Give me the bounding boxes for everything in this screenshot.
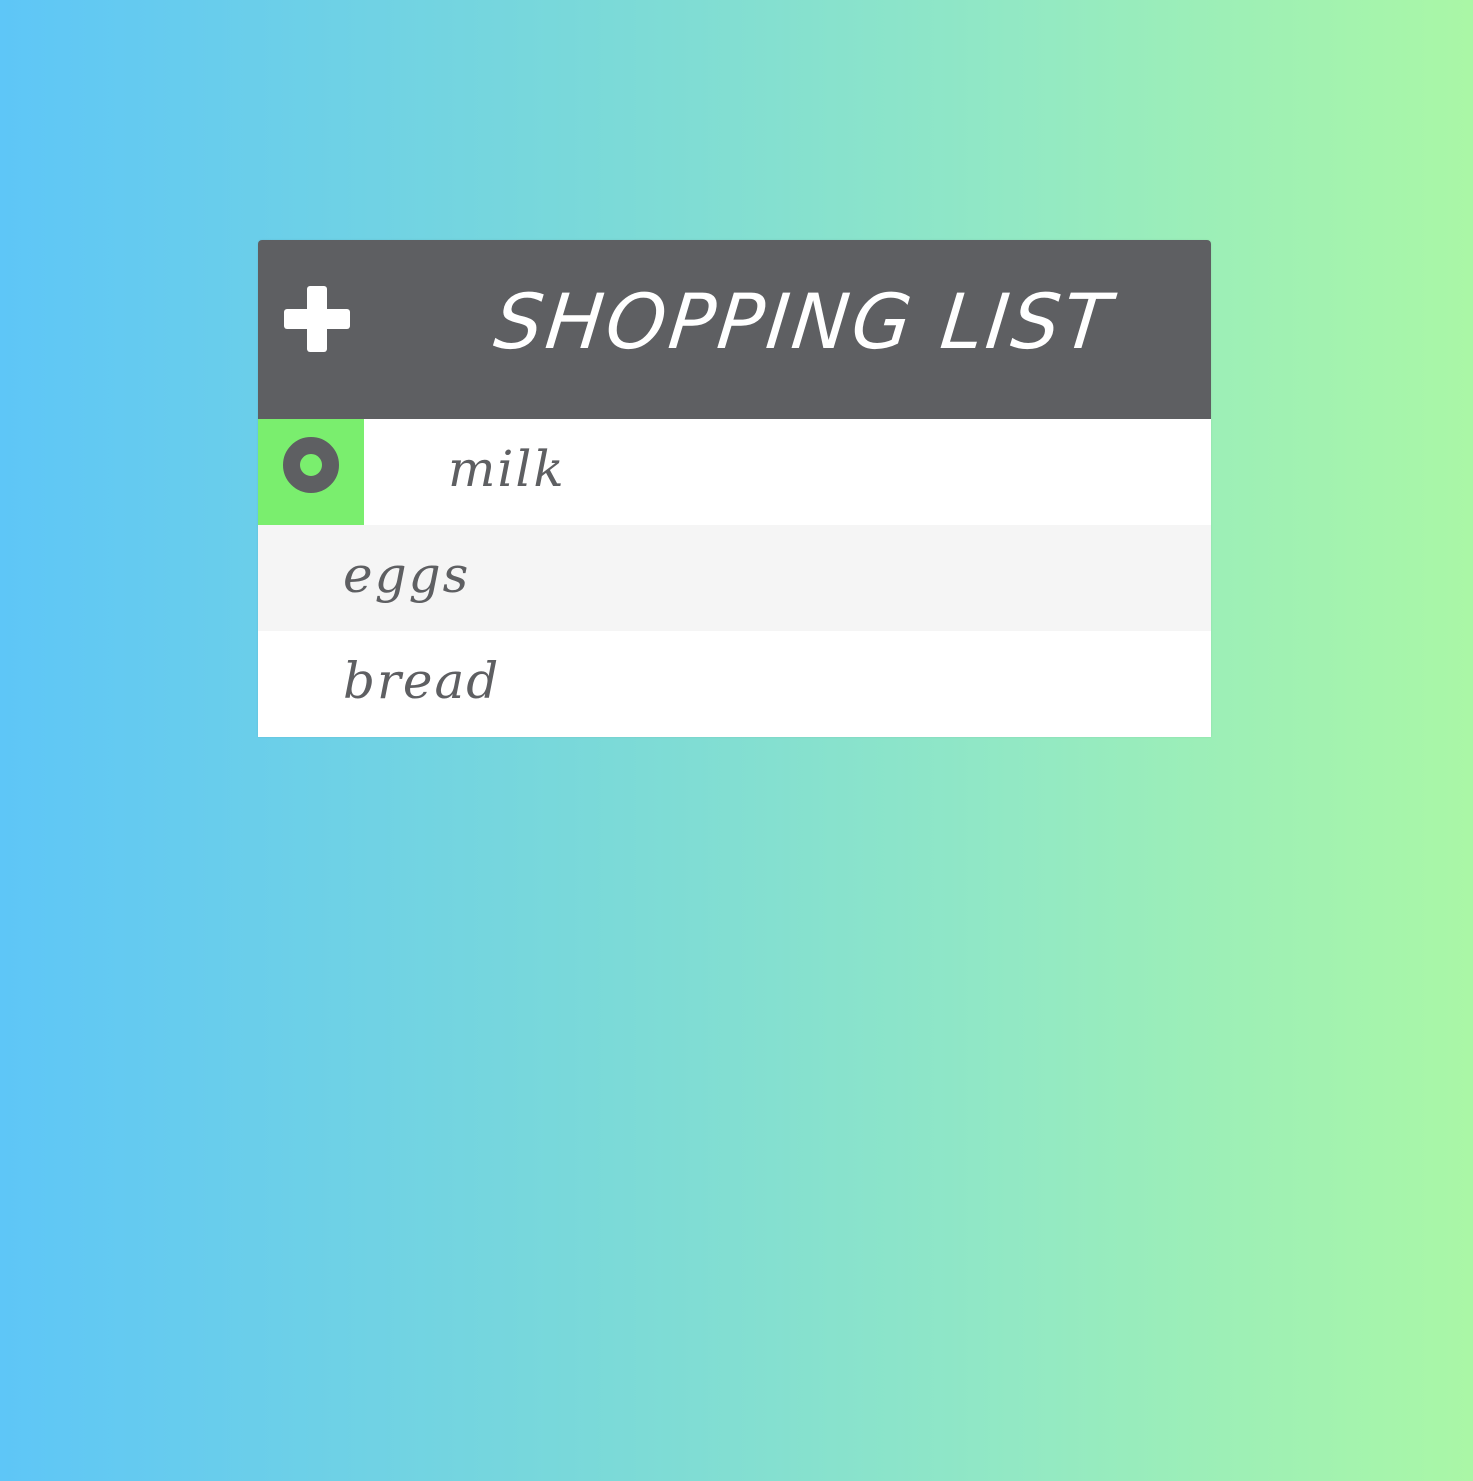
list-title: SHOPPING LIST [490, 277, 1118, 366]
list-item-label: eggs [343, 546, 471, 604]
shopping-list-card: SHOPPING LIST milk eggs bread [258, 240, 1211, 737]
item-select-toggle[interactable] [258, 419, 364, 525]
list-item-label: bread [343, 652, 501, 710]
add-item-button[interactable] [284, 286, 350, 352]
radio-circle-icon [283, 437, 339, 493]
list-item-milk[interactable]: milk [258, 419, 1211, 525]
list-header: SHOPPING LIST [258, 240, 1211, 419]
list-item-eggs[interactable]: eggs [258, 525, 1211, 631]
list-item-label: milk [448, 440, 566, 498]
list-item-bread[interactable]: bread [258, 631, 1211, 737]
